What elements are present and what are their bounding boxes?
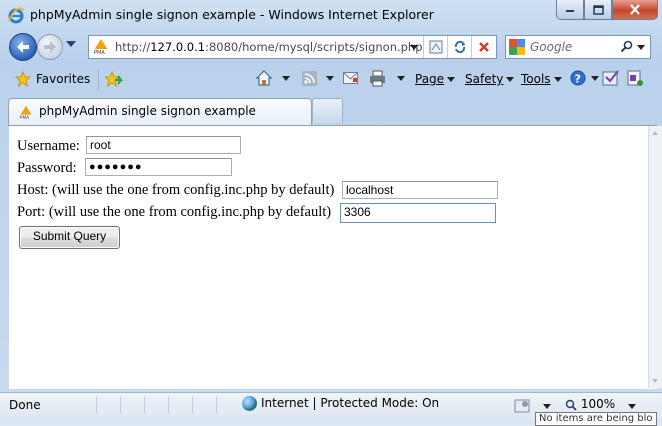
port-input[interactable]: 3306 <box>340 203 496 223</box>
security-zone[interactable]: Internet | Protected Mode: On <box>242 396 439 411</box>
compatibility-view-icon <box>429 40 443 54</box>
svg-text:?: ? <box>575 73 581 86</box>
status-panels <box>96 396 240 414</box>
maximize-icon <box>592 4 604 15</box>
window-title: phpMyAdmin single signon example - Windo… <box>30 7 434 22</box>
search-provider-dropdown[interactable] <box>637 45 645 50</box>
port-label: Port: (will use the one from config.inc.… <box>17 204 332 220</box>
toolbar-separator <box>98 70 99 90</box>
search-placeholder: Google <box>530 40 573 54</box>
navigation-bar: PMA http://127.0.0.1:8080/home/mysql/scr… <box>0 30 662 62</box>
read-mail-icon[interactable] <box>343 72 358 84</box>
new-tab-button[interactable] <box>312 98 343 123</box>
maximize-button[interactable] <box>584 0 612 20</box>
browser-window: phpMyAdmin single signon example - Windo… <box>0 0 662 426</box>
add-to-favorites-bar-icon[interactable] <box>105 71 123 87</box>
zoom-level[interactable]: 100% <box>565 397 615 411</box>
title-bar: phpMyAdmin single signon example - Windo… <box>0 0 662 30</box>
zoom-icon <box>565 399 577 411</box>
page-menu-arrow <box>447 77 456 82</box>
close-button[interactable] <box>612 0 658 20</box>
safety-menu-arrow <box>506 77 515 82</box>
rss-feeds-icon[interactable] <box>302 71 317 86</box>
username-label: Username: <box>17 138 80 154</box>
page-content: Username: root Password: ●●●●●●● Host: (… <box>9 125 657 389</box>
pop-up-blocker-icon[interactable] <box>514 397 532 413</box>
address-bar[interactable]: PMA http://127.0.0.1:8080/home/mysql/scr… <box>88 35 497 59</box>
pop-up-blocker-dropdown[interactable] <box>543 404 551 409</box>
phpmyadmin-favicon: PMA <box>94 39 108 55</box>
zoom-dropdown[interactable] <box>628 404 636 409</box>
status-text: Done <box>9 398 41 412</box>
internet-explorer-icon <box>8 7 25 24</box>
safety-menu[interactable]: Safety <box>465 72 515 86</box>
status-panel <box>96 396 120 414</box>
status-panel <box>144 396 168 414</box>
svg-text:PMA: PMA <box>20 115 29 120</box>
favorites-button[interactable]: Favorites <box>36 72 90 86</box>
globe-icon <box>242 396 257 411</box>
url-text[interactable]: http://127.0.0.1:8080/home/mysql/scripts… <box>115 40 423 54</box>
command-bar: Favorites Page Safety Tools ? <box>0 64 662 94</box>
back-arrow-icon <box>17 41 29 53</box>
help-dropdown[interactable] <box>591 76 599 81</box>
minimize-icon <box>566 9 574 12</box>
google-icon <box>509 39 525 55</box>
address-dropdown[interactable] <box>410 45 418 50</box>
recent-pages-dropdown[interactable] <box>66 41 76 47</box>
refresh-icon <box>454 40 466 54</box>
tab-title: phpMyAdmin single signon example <box>39 104 256 118</box>
status-panel <box>168 396 192 414</box>
svg-text:PMA: PMA <box>94 50 105 55</box>
tools-menu-arrow <box>553 77 562 82</box>
compatibility-view-button[interactable] <box>423 36 448 58</box>
onenote-icon[interactable] <box>626 69 644 87</box>
search-box[interactable]: Google <box>505 35 651 59</box>
tab-phpmyadmin-signon[interactable]: PMA phpMyAdmin single signon example <box>8 98 312 126</box>
caption-buttons <box>556 0 658 20</box>
status-panel <box>120 396 144 414</box>
scroll-down-arrow-icon[interactable] <box>652 379 658 383</box>
search-icon[interactable] <box>620 40 634 54</box>
page-menu[interactable]: Page <box>415 72 456 86</box>
help-icon[interactable]: ? <box>570 70 586 86</box>
pop-up-blocker-tooltip: No items are being blo <box>535 412 657 426</box>
favorites-star-icon <box>15 71 31 87</box>
feeds-dropdown[interactable] <box>326 76 334 81</box>
forward-button[interactable] <box>37 34 63 60</box>
host-label: Host: (will use the one from config.inc.… <box>17 182 335 198</box>
host-input[interactable]: localhost <box>342 181 498 199</box>
close-icon <box>630 4 640 15</box>
minimize-button[interactable] <box>556 0 584 20</box>
scroll-up-arrow-icon[interactable] <box>652 131 658 135</box>
print-icon[interactable] <box>369 70 386 87</box>
username-input[interactable]: root <box>86 136 241 154</box>
password-label: Password: <box>17 160 77 176</box>
vertical-scrollbar[interactable] <box>648 126 662 388</box>
forward-arrow-icon <box>44 41 56 53</box>
home-icon[interactable] <box>256 70 272 86</box>
phpmyadmin-tab-icon: PMA <box>19 105 33 120</box>
status-panel <box>216 396 240 414</box>
research-icon[interactable] <box>602 69 620 87</box>
password-input[interactable]: ●●●●●●● <box>85 158 232 176</box>
tools-menu[interactable]: Tools <box>521 72 562 86</box>
zone-text: Internet | Protected Mode: On <box>261 396 440 410</box>
tab-row: PMA phpMyAdmin single signon example <box>0 96 662 126</box>
stop-icon <box>479 42 489 52</box>
print-dropdown[interactable] <box>397 76 405 81</box>
refresh-button[interactable] <box>447 36 472 58</box>
stop-button[interactable] <box>471 36 496 58</box>
status-panel <box>192 396 216 414</box>
back-button[interactable] <box>9 33 37 61</box>
home-dropdown[interactable] <box>282 76 290 81</box>
submit-query-button[interactable]: Submit Query <box>19 226 120 249</box>
